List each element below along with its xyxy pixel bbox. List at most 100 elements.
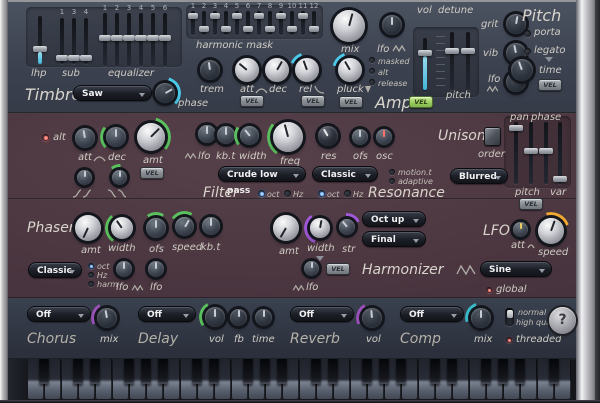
porta-radio[interactable] xyxy=(524,30,531,37)
amp-att-knob[interactable] xyxy=(235,58,259,82)
piano-key-black[interactable] xyxy=(481,359,491,384)
detune-pitch-slider[interactable] xyxy=(445,32,459,90)
equalizer-slider[interactable] xyxy=(135,13,147,66)
amp-rel-vel-button[interactable]: VEL xyxy=(301,95,325,107)
piano-key-black[interactable] xyxy=(396,359,406,384)
filter-att-knob[interactable] xyxy=(75,128,95,148)
phaser-lfo1-knob[interactable] xyxy=(116,261,132,277)
waveform-select[interactable]: Saw xyxy=(73,85,152,101)
comp-mix-knob[interactable] xyxy=(471,308,491,328)
filter-alt-radio[interactable] xyxy=(42,134,49,141)
trem-knob[interactable] xyxy=(200,60,220,80)
piano-key-black[interactable] xyxy=(39,359,49,384)
filter-env-tension1-knob[interactable] xyxy=(77,170,92,185)
chorus-mode-select[interactable]: Off xyxy=(27,306,91,322)
reverb-vol-knob[interactable] xyxy=(362,308,382,328)
delay-vol-knob[interactable] xyxy=(205,307,225,327)
filter-lfo-knob[interactable] xyxy=(198,125,216,143)
unison-pan-slider[interactable] xyxy=(509,122,523,184)
harmonic-mask-slider[interactable] xyxy=(265,11,275,35)
filter-hz-radio[interactable] xyxy=(284,190,291,197)
piano-key-black[interactable] xyxy=(209,359,219,384)
phaser-hz-radio[interactable] xyxy=(88,272,94,278)
equalizer-slider[interactable] xyxy=(111,13,123,66)
reverb-mode-select[interactable]: Off xyxy=(290,306,354,322)
filter-oct-radio[interactable] xyxy=(258,190,265,197)
piano-key-black[interactable] xyxy=(549,359,559,384)
piano-key-black[interactable] xyxy=(73,359,83,384)
phaser-kbt-knob[interactable] xyxy=(202,217,220,235)
phaser-width-knob[interactable] xyxy=(111,217,133,239)
pluck-vel-button[interactable]: VEL xyxy=(339,96,363,108)
amp-att-vel-button[interactable]: VEL xyxy=(240,95,264,107)
adaptive-radio[interactable] xyxy=(389,178,395,184)
lfo-speed-knob[interactable] xyxy=(538,218,564,244)
unison-order-button[interactable] xyxy=(484,127,501,146)
ofs-knob[interactable] xyxy=(352,129,368,145)
mask-mix-knob[interactable] xyxy=(333,10,365,42)
piano-key-black[interactable] xyxy=(124,359,134,384)
piano-key-black[interactable] xyxy=(158,359,168,384)
resonance-hz-radio[interactable] xyxy=(344,190,351,197)
filter-dec-knob[interactable] xyxy=(106,127,126,147)
equalizer-slider[interactable] xyxy=(147,13,159,66)
phaser-amt-knob[interactable] xyxy=(75,215,101,241)
piano-key-black[interactable] xyxy=(362,359,372,384)
filter-freq-knob[interactable] xyxy=(273,122,303,152)
phaser-speed-knob[interactable] xyxy=(175,217,194,236)
sub-slider[interactable] xyxy=(56,18,68,64)
filter-width-knob[interactable] xyxy=(240,126,259,145)
delay-fb-knob[interactable] xyxy=(230,309,247,326)
sub-slider[interactable] xyxy=(80,18,92,64)
unison-mode-select[interactable]: Blurred xyxy=(450,168,508,184)
harmonizer-str-knob[interactable] xyxy=(339,219,355,235)
filter-amt-knob[interactable] xyxy=(137,123,165,151)
unison-var-slider[interactable] xyxy=(553,122,567,184)
piano-key-black[interactable] xyxy=(192,359,202,384)
harmonizer-lfo-knob[interactable] xyxy=(304,261,319,276)
amp-alt-radio[interactable] xyxy=(369,68,375,74)
harmonic-mask-slider[interactable] xyxy=(232,11,242,35)
piano-key-black[interactable] xyxy=(243,359,253,384)
piano-key-black[interactable] xyxy=(379,359,389,384)
masked-radio[interactable] xyxy=(369,57,375,63)
harmonizer-vel-button[interactable]: VEL xyxy=(326,263,350,275)
time-vel-button[interactable]: VEL xyxy=(538,79,562,91)
amp-dec-knob[interactable] xyxy=(265,58,289,82)
harmonic-mask-slider[interactable] xyxy=(298,11,308,35)
amp-rel-knob[interactable] xyxy=(295,58,319,82)
piano-key-black[interactable] xyxy=(90,359,100,384)
piano-key-black[interactable] xyxy=(430,359,440,384)
piano-key-black[interactable] xyxy=(498,359,508,384)
unison-pitch-vel-button[interactable]: VEL xyxy=(519,198,543,210)
detune-pitch-slider[interactable] xyxy=(461,32,475,90)
lfo-att-knob[interactable] xyxy=(513,222,528,237)
piano-key-black[interactable] xyxy=(447,359,457,384)
piano-key-black[interactable] xyxy=(141,359,151,384)
piano-key-black[interactable] xyxy=(515,359,525,384)
harmonic-mask-slider[interactable] xyxy=(199,11,209,35)
lfo-shape-select[interactable]: Sine xyxy=(480,261,552,277)
harmonizer-interval-select[interactable]: Oct up xyxy=(362,211,426,227)
phase-knob[interactable] xyxy=(155,83,175,103)
delay-time-knob[interactable] xyxy=(255,309,272,326)
osc-knob[interactable] xyxy=(376,129,392,145)
phaser-ofs-knob[interactable] xyxy=(146,218,166,238)
harmonizer-amt-knob[interactable] xyxy=(273,215,299,241)
harmonic-mask-slider[interactable] xyxy=(243,11,253,35)
mask-lfo-knob[interactable] xyxy=(382,15,402,35)
equalizer-slider[interactable] xyxy=(159,13,171,66)
release-radio[interactable] xyxy=(369,79,375,85)
piano-key-black[interactable] xyxy=(328,359,338,384)
filter-env-tension2-knob[interactable] xyxy=(112,170,127,185)
delay-mode-select[interactable]: Off xyxy=(138,306,196,322)
legato-radio[interactable] xyxy=(524,48,531,55)
harmonic-mask-slider[interactable] xyxy=(309,11,319,35)
filter-kbt-knob[interactable] xyxy=(217,126,235,144)
help-button[interactable]: ? xyxy=(549,307,576,334)
lfo-global-radio[interactable] xyxy=(486,287,492,293)
unison-phase-slider[interactable] xyxy=(524,122,538,184)
harmonizer-width-knob[interactable] xyxy=(310,218,330,238)
piano-key-black[interactable] xyxy=(311,359,321,384)
res-knob[interactable] xyxy=(318,126,338,146)
